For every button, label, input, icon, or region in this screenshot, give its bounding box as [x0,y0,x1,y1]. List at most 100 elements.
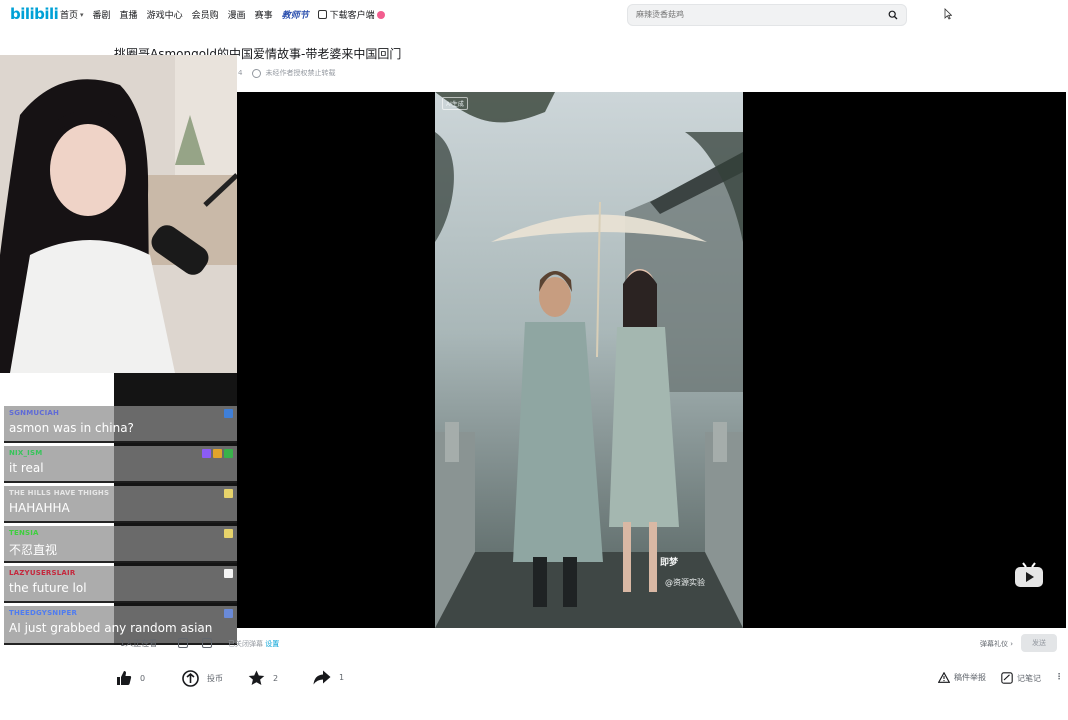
bilibili-tv-icon[interactable] [1014,562,1044,588]
nav-item-live[interactable]: 直播 [120,8,138,21]
notes-button[interactable]: 记笔记 [1001,672,1041,684]
notes-icon [1001,672,1013,684]
chat-text: asmon was in china? [9,421,134,435]
danmaku-settings-link[interactable]: 设置 [265,640,279,648]
chat-username: LAZYUSERSLAIR [9,569,76,577]
notification-dot [376,10,385,19]
bilibili-logo[interactable]: bilibili [10,5,59,23]
more-options-icon[interactable]: ⋮ [1055,672,1063,681]
coin-icon [182,670,199,687]
nav-item-home[interactable]: 首页 ▾ [60,8,84,22]
chat-badges [224,609,233,618]
notes-label: 记笔记 [1017,673,1041,683]
video-meta: 4 未经作者授权禁止转载 [238,68,335,78]
badge-icon [224,489,233,498]
chat-badges [224,569,233,578]
search-box [627,4,907,26]
meta-prefix: 4 [238,69,243,77]
chat-message: THE HILLS HAVE THIGHS HAHAHHA [4,486,237,523]
chat-username: THE HILLS HAVE THIGHS [9,489,110,497]
chat-message: SGNMUCIAH asmon was in china? [4,406,237,443]
video-frame: AI生成 即梦 @资源实验 [435,92,743,628]
share-arrow-icon [313,670,331,685]
chat-username: THEEDGYSNIPER [9,609,78,617]
page: bilibili 首页 ▾ 番剧 直播 游戏中心 会员购 漫画 赛事 教师节 下… [0,0,1068,720]
chat-badges [224,409,233,418]
nav-item-esports[interactable]: 赛事 [255,8,273,21]
nav-item-label: 教师节 [281,11,309,21]
report-button[interactable]: 稿件举报 [938,672,986,683]
chat-username: TENSIA [9,529,39,537]
ai-generated-tag: AI生成 [442,97,468,110]
search-input[interactable] [636,10,876,19]
report-label: 稿件举报 [954,673,986,682]
badge-icon [224,529,233,538]
send-danmaku-button[interactable]: 发送 [1021,634,1057,652]
badge-icon [224,609,233,618]
badge-icon [213,449,222,458]
nav-item-label: 番剧 [92,11,111,21]
chat-message: TENSIA 不忍直视 [4,526,237,563]
chat-badges [224,529,233,538]
coin-button[interactable]: 投币 [182,670,223,687]
nav-item-label: 直播 [119,11,138,21]
main-nav: 首页 ▾ 番剧 直播 游戏中心 会员购 漫画 赛事 教师节 下载客户端 [60,8,394,21]
nav-item-label: 下载客户端 [329,11,375,21]
chat-message: NIX_ISM it real [4,446,237,483]
like-button[interactable]: 0 [116,670,145,686]
danmaku-etiquette-link[interactable]: 弹幕礼仪 › [980,639,1013,649]
chevron-down-icon: ▾ [80,10,84,19]
chat-text: 不忍直视 [9,543,58,557]
search-icon[interactable] [888,10,898,20]
nav-item-anime[interactable]: 番剧 [93,8,111,21]
like-count: 0 [140,673,146,683]
nav-item-games[interactable]: 游戏中心 [147,8,183,21]
nav-item-label: 会员购 [191,11,219,21]
subscriber-badge-icon [224,409,233,418]
nav-item-manga[interactable]: 漫画 [228,8,246,21]
chat-badges [202,449,233,458]
badge-icon [224,569,233,578]
chat-text: it real [9,461,44,475]
nav-item-teachers-day[interactable]: 教师节 [282,8,309,21]
watermark-text: @资源实验 [665,578,705,587]
badge-icon [224,449,233,458]
clock-icon [252,68,262,78]
nav-item-label: 赛事 [254,11,273,21]
nav-item-mall[interactable]: 会员购 [192,8,219,21]
nav-item-label: 首页 [60,11,79,21]
star-icon [248,670,265,685]
watermark-logo: 即梦 [660,558,679,568]
coin-label: 投币 [207,674,223,683]
share-button[interactable]: 1 [313,670,344,685]
video-scene-image [435,92,743,628]
nav-item-label: 游戏中心 [146,11,183,21]
chat-username: SGNMUCIAH [9,409,60,417]
top-navbar: bilibili 首页 ▾ 番剧 直播 游戏中心 会员购 漫画 赛事 教师节 下… [0,0,1068,30]
chat-text: HAHAHHA [9,501,70,515]
chat-username: NIX_ISM [9,449,43,457]
favorite-count: 2 [273,673,279,683]
chat-badges [224,489,233,498]
streamer-image [0,55,237,373]
thumbs-up-icon [117,671,132,685]
nav-item-label: 漫画 [227,11,246,21]
chat-message: LAZYUSERSLAIR the future lol [4,566,237,603]
warning-icon [938,672,950,683]
danmaku-status: 已关闭弹幕 设置 [228,639,279,649]
nav-item-download-client[interactable]: 下载客户端 [317,8,385,21]
video-player[interactable]: AI生成 即梦 @资源实验 [237,92,1066,628]
mouse-cursor-icon [944,8,952,20]
copyright-note: 未经作者授权禁止转载 [265,69,336,77]
danmaku-bar: 1人正在看 已关闭弹幕 设置 弹幕礼仪 › 发送 [114,632,1064,654]
danmaku-toggle-icon[interactable] [178,638,188,648]
share-count: 1 [339,673,345,682]
favorite-button[interactable]: 2 [248,670,278,686]
viewer-count: 1人正在看 [120,639,158,648]
streamer-webcam [0,55,237,373]
badge-icon [202,449,211,458]
danmaku-settings-icon[interactable] [202,638,212,648]
download-icon [317,10,327,19]
danmaku-status-text: 已关闭弹幕 [228,640,263,648]
video-actions: 0 投币 2 1 稿件举报 记笔记 ⋮ [114,668,1064,694]
